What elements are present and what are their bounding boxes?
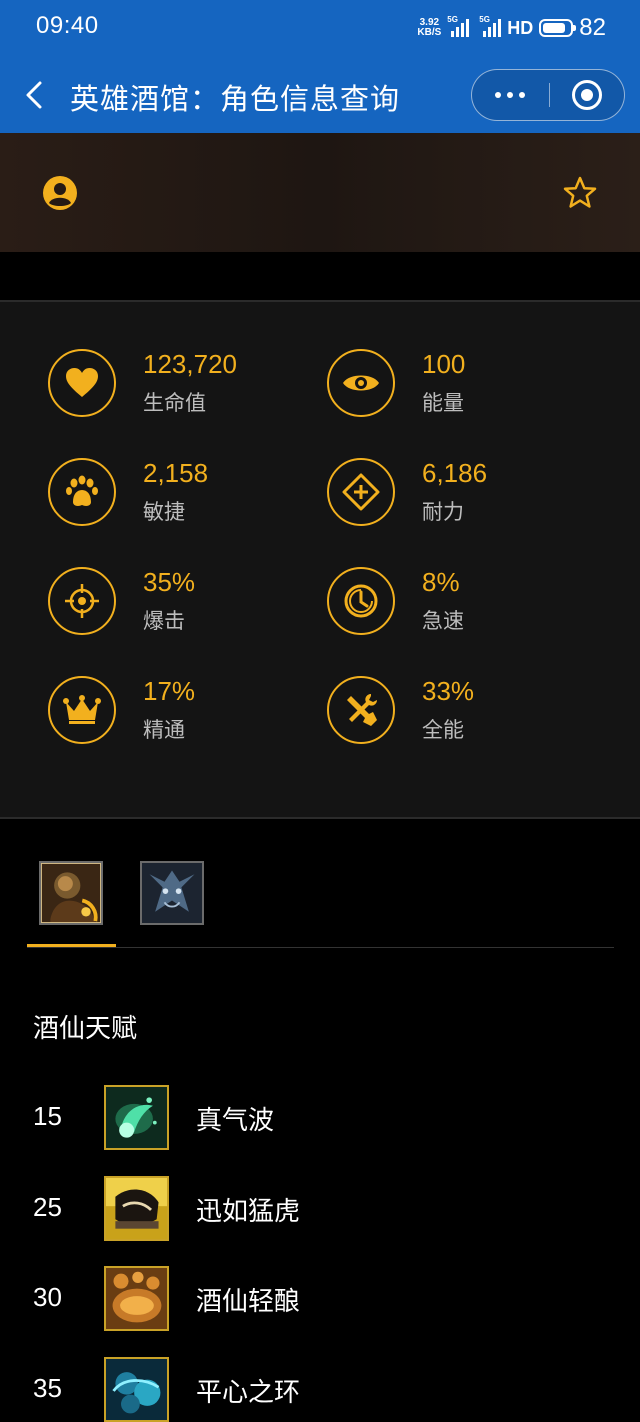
crosshair-icon xyxy=(48,567,116,635)
user-icon[interactable] xyxy=(42,175,78,211)
stat-agility: 2,158 敏捷 xyxy=(48,458,308,538)
talent-row[interactable]: 15 真气波 xyxy=(0,1085,640,1151)
network-speed: 3.92 KB/S xyxy=(417,17,442,38)
nav-bar: 英雄酒馆：角色信息查询 xyxy=(0,58,640,133)
talent-name: 迅如猛虎 xyxy=(196,1197,301,1227)
page-title: 英雄酒馆：角色信息查询 xyxy=(70,82,401,116)
talent-name: 真气波 xyxy=(196,1106,275,1136)
stat-versatility: 33% 全能 xyxy=(327,676,587,756)
stat-health: 123,720 生命值 xyxy=(48,349,308,429)
ring-peace-icon xyxy=(104,1357,169,1422)
spec-tab-brewmaster[interactable] xyxy=(39,861,103,925)
talent-name: 平心之环 xyxy=(196,1378,301,1408)
character-header xyxy=(0,133,640,252)
talents-title: 酒仙天赋 xyxy=(33,1014,138,1044)
mini-program-capsule xyxy=(471,69,625,121)
paw-icon xyxy=(48,458,116,526)
hd-icon: HD xyxy=(507,17,534,38)
talent-row[interactable]: 35 平心之环 xyxy=(0,1357,640,1422)
second-spec-icon xyxy=(142,863,202,923)
crown-icon xyxy=(48,676,116,744)
signal-icon: 5G xyxy=(447,15,470,37)
clock-icon xyxy=(327,567,395,635)
chi-wave-icon xyxy=(104,1085,169,1150)
close-target-button[interactable] xyxy=(572,80,602,110)
more-menu-button[interactable] xyxy=(472,70,548,119)
divider xyxy=(0,817,640,819)
stats-panel: 123,720 生命值 100 能量 2,158 敏捷 6,186 耐力 35%… xyxy=(0,302,640,817)
stat-crit: 35% 爆击 xyxy=(48,567,308,647)
talent-level: 35 xyxy=(33,1373,62,1403)
app-top-bar: 09:40 3.92 KB/S 5G 5G HD 82 英雄酒馆：角色信息查询 xyxy=(0,0,640,133)
status-icons: 3.92 KB/S 5G 5G HD 82 xyxy=(417,13,606,43)
diamond-plus-icon xyxy=(327,458,395,526)
brewmaster-spec-icon xyxy=(41,863,101,923)
status-time: 09:40 xyxy=(36,12,99,39)
talent-row[interactable]: 25 迅如猛虎 xyxy=(0,1176,640,1242)
talent-name: 酒仙轻酿 xyxy=(196,1287,301,1317)
stat-stamina: 6,186 耐力 xyxy=(327,458,587,538)
favorite-star-icon[interactable] xyxy=(562,175,598,211)
talent-level: 15 xyxy=(33,1101,62,1131)
talent-row[interactable]: 30 酒仙轻酿 xyxy=(0,1266,640,1332)
tools-icon xyxy=(327,676,395,744)
heart-icon xyxy=(48,349,116,417)
battery-level: 82 xyxy=(579,14,606,41)
back-arrow-icon[interactable] xyxy=(20,78,50,112)
status-bar: 09:40 3.92 KB/S 5G 5G HD 82 xyxy=(0,0,640,56)
brew-icon xyxy=(104,1266,169,1331)
stat-mastery: 17% 精通 xyxy=(48,676,308,756)
talent-level: 30 xyxy=(33,1282,62,1312)
eye-icon xyxy=(327,349,395,417)
tab-divider xyxy=(27,947,614,948)
tiger-boot-icon xyxy=(104,1176,169,1241)
signal-icon-2: 5G xyxy=(479,15,502,37)
stat-energy: 100 能量 xyxy=(327,349,587,429)
battery-icon xyxy=(539,19,577,37)
spec-tab-second[interactable] xyxy=(140,861,204,925)
stat-haste: 8% 急速 xyxy=(327,567,587,647)
talent-level: 25 xyxy=(33,1192,62,1222)
